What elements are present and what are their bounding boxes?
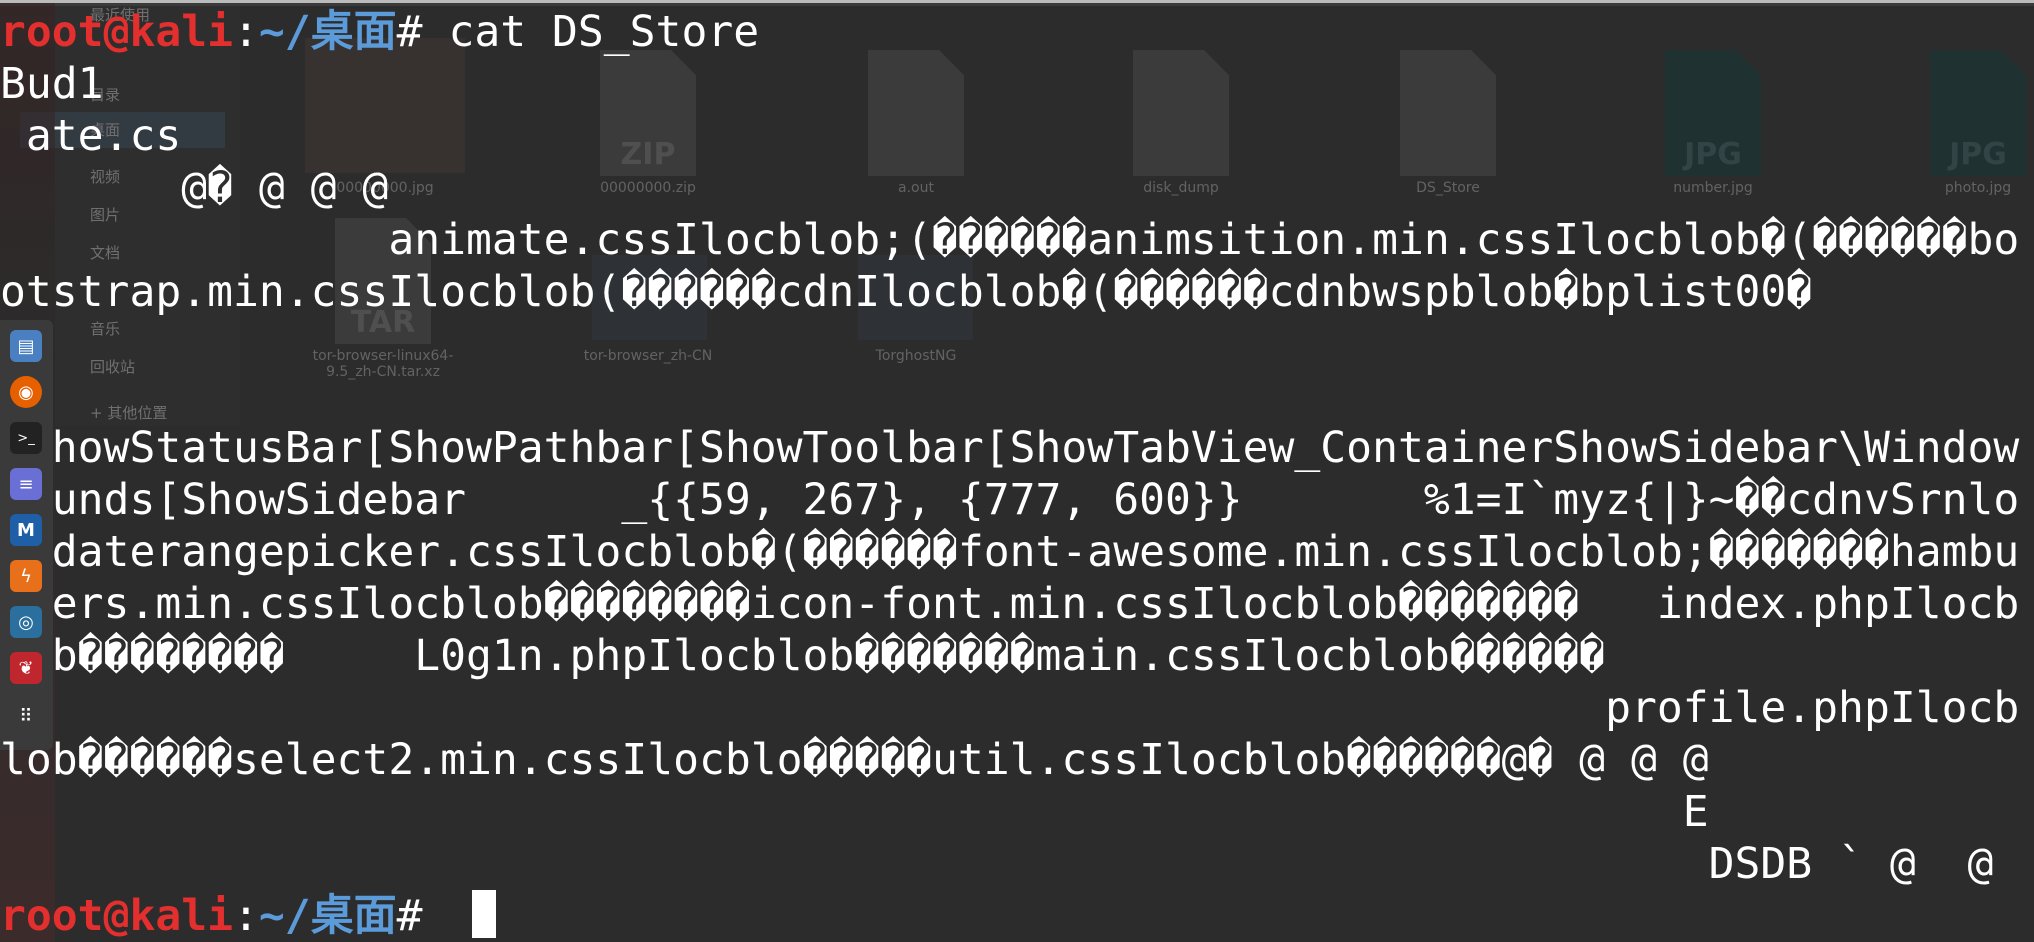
prompt-hash: # xyxy=(396,891,449,941)
prompt-path: ~/桌面 xyxy=(258,891,397,941)
output-line: @� @ @ @ xyxy=(0,163,389,213)
prompt-colon: : xyxy=(233,7,259,57)
command-line: root@kali:~/桌面# cat DS_Store xyxy=(0,6,759,58)
output-line: DSDB ` @ @ xyxy=(0,839,1994,889)
output-line: howStatusBar[ShowPathbar[ShowToolbar[Sho… xyxy=(0,423,2020,473)
output-line: daterangepicker.cssIlocblob�(������font-… xyxy=(0,527,2020,577)
terminal-window[interactable]: root@kali:~/桌面# cat DS_Store Bud1 ate.cs… xyxy=(0,0,2034,942)
prompt-path: ~/桌面 xyxy=(258,7,397,57)
text-cursor xyxy=(472,890,496,938)
output-line: animate.cssIlocblob;(������animsition.mi… xyxy=(0,215,2020,265)
output-line: unds[ShowSidebar _{{59, 267}, {777, 600}… xyxy=(0,475,2020,525)
command-text: cat DS_Store xyxy=(448,7,760,57)
final-prompt-line: root@kali:~/桌面# xyxy=(0,890,448,942)
output-line: b�������� L0g1n.phpIlocblob�������main.c… xyxy=(0,631,1606,681)
output-line: ers.min.cssIlocblob��������icon-font.min… xyxy=(0,579,2020,629)
output-line: Bud1 xyxy=(0,59,104,109)
prompt-user: root@kali xyxy=(0,7,233,57)
output-line: profile.phpIlocb xyxy=(0,683,2020,733)
output-line: lob������select2.min.cssIlocblo�����util… xyxy=(0,735,1709,785)
output-line: otstrap.min.cssIlocblob(������cdnIlocblo… xyxy=(0,267,1813,317)
output-line: E xyxy=(0,787,1709,837)
prompt-colon: : xyxy=(233,891,259,941)
prompt-hash: # xyxy=(396,7,449,57)
output-line: ate.cs xyxy=(0,111,182,161)
prompt-user: root@kali xyxy=(0,891,233,941)
